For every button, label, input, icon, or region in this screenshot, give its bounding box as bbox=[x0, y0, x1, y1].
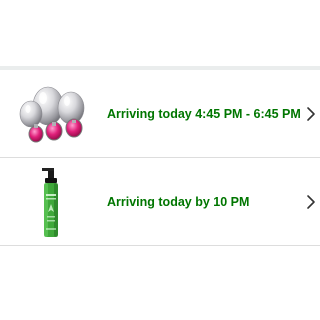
orders-page: Arriving today 4:45 PM - 6:45 PM Arrivin… bbox=[0, 0, 320, 320]
order-list: Arriving today 4:45 PM - 6:45 PM Arrivin… bbox=[0, 70, 320, 246]
chevron-right-icon[interactable] bbox=[306, 106, 316, 122]
delivery-status: Arriving today by 10 PM bbox=[107, 195, 250, 209]
order-row[interactable]: Arriving today by 10 PM bbox=[0, 158, 320, 246]
metal-plug-set-icon bbox=[19, 86, 85, 143]
chevron-right-icon[interactable] bbox=[306, 194, 316, 210]
order-row[interactable]: Arriving today 4:45 PM - 6:45 PM bbox=[0, 70, 320, 158]
product-thumbnail[interactable] bbox=[14, 164, 94, 240]
delivery-status: Arriving today 4:45 PM - 6:45 PM bbox=[107, 107, 301, 121]
lubricant-pump-bottle-icon bbox=[42, 168, 58, 237]
bottom-spacer bbox=[0, 247, 320, 320]
top-spacer bbox=[0, 0, 320, 66]
product-thumbnail[interactable] bbox=[14, 76, 94, 152]
